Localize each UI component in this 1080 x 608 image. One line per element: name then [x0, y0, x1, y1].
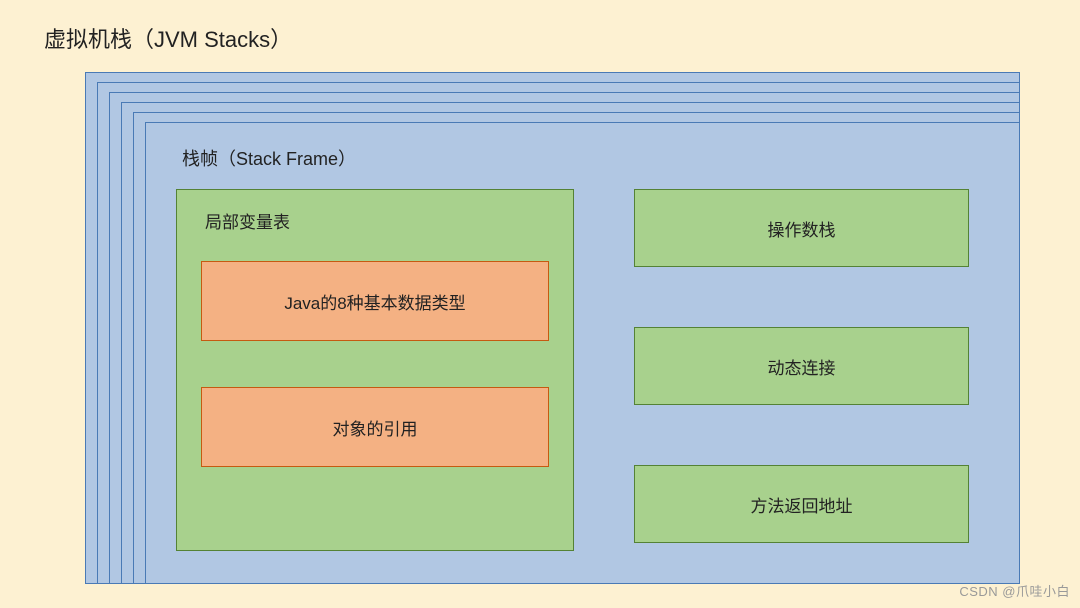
jvm-stack-container: 栈帧（Stack Frame） 局部变量表 Java的8种基本数据类型 对象的引…: [85, 72, 1020, 584]
return-address-box: 方法返回地址: [634, 465, 969, 543]
operand-stack-box: 操作数栈: [634, 189, 969, 267]
stack-frame: 栈帧（Stack Frame） 局部变量表 Java的8种基本数据类型 对象的引…: [145, 122, 1020, 584]
stack-frame-title: 栈帧（Stack Frame）: [182, 145, 989, 171]
dynamic-linking-box: 动态连接: [634, 327, 969, 405]
watermark-text: CSDN @爪哇小白: [959, 581, 1070, 600]
frame-right-column: 操作数栈 动态连接 方法返回地址: [634, 189, 969, 551]
diagram-title: 虚拟机栈（JVM Stacks）: [44, 22, 292, 54]
local-variable-table-title: 局部变量表: [205, 208, 549, 233]
local-variable-table: 局部变量表 Java的8种基本数据类型 对象的引用: [176, 189, 574, 551]
lvt-item-object-reference: 对象的引用: [201, 387, 549, 467]
stack-frame-body: 局部变量表 Java的8种基本数据类型 对象的引用 操作数栈 动态连接 方法返回…: [176, 189, 989, 551]
lvt-item-primitive-types: Java的8种基本数据类型: [201, 261, 549, 341]
